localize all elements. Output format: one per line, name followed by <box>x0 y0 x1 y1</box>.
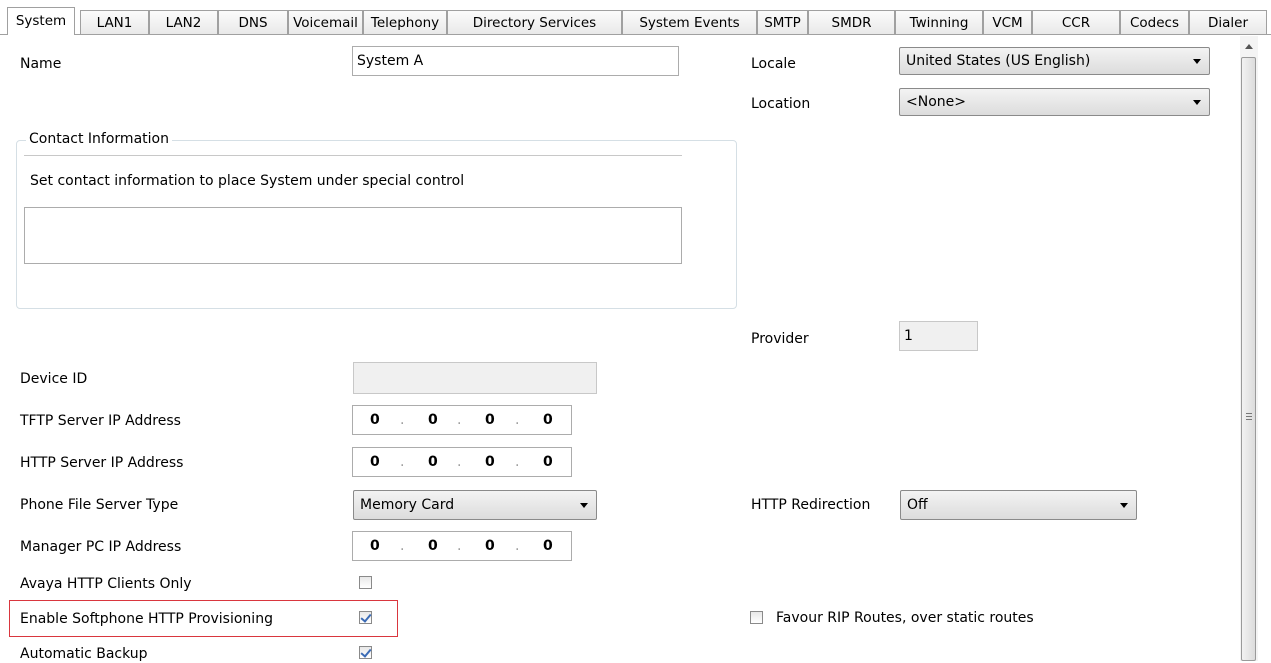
locale-value: United States (US English) <box>906 53 1091 69</box>
avaya-http-clients-checkbox[interactable] <box>359 576 372 589</box>
grip-line <box>1246 416 1252 417</box>
scrollbar-thumb[interactable] <box>1241 57 1256 661</box>
contact-notes-field[interactable] <box>24 207 682 264</box>
device-id-field <box>353 362 597 394</box>
tab-dns[interactable]: DNS <box>218 10 288 34</box>
tftp-server-label: TFTP Server IP Address <box>20 413 181 429</box>
location-value: <None> <box>906 94 966 110</box>
location-label: Location <box>751 96 811 112</box>
location-select[interactable]: <None> <box>899 88 1210 116</box>
ip-octet[interactable]: 0 <box>370 537 380 555</box>
contact-information-title: Contact Information <box>26 130 172 148</box>
tab-smdr[interactable]: SMDR <box>808 10 895 34</box>
favour-rip-routes-checkbox[interactable] <box>750 611 763 624</box>
special-control-text: Set contact information to place System … <box>30 173 465 189</box>
tftp-server-ip-field[interactable]: 0 . 0 . 0 . 0 <box>352 405 572 435</box>
avaya-http-clients-label: Avaya HTTP Clients Only <box>20 576 192 592</box>
tab-system[interactable]: System <box>7 7 75 35</box>
vertical-scrollbar[interactable] <box>1240 36 1258 661</box>
ip-octet[interactable]: 0 <box>485 411 495 429</box>
softphone-provisioning-checkbox[interactable] <box>359 611 372 624</box>
http-redirection-label: HTTP Redirection <box>751 497 871 513</box>
automatic-backup-label: Automatic Backup <box>20 646 148 662</box>
ip-octet[interactable]: 0 <box>428 411 438 429</box>
ip-octet[interactable]: 0 <box>485 453 495 471</box>
name-field[interactable]: System A <box>352 46 679 76</box>
ip-octet[interactable]: 0 <box>543 537 553 555</box>
phone-file-server-label: Phone File Server Type <box>20 497 179 513</box>
grip-line <box>1246 419 1252 420</box>
ip-octet[interactable]: 0 <box>370 453 380 471</box>
name-label: Name <box>20 56 62 72</box>
scroll-up-arrow-icon[interactable] <box>1245 44 1253 49</box>
tab-lan1[interactable]: LAN1 <box>80 10 149 34</box>
http-redirection-value: Off <box>907 497 928 513</box>
phone-file-server-select[interactable]: Memory Card <box>353 490 597 520</box>
tab-codecs[interactable]: Codecs <box>1120 10 1189 34</box>
http-server-ip-field[interactable]: 0 . 0 . 0 . 0 <box>352 447 572 477</box>
provider-field: 1 <box>899 321 978 351</box>
device-id-label: Device ID <box>20 371 88 387</box>
checkmark-icon <box>360 646 372 658</box>
manager-pc-ip-field[interactable]: 0 . 0 . 0 . 0 <box>352 531 572 561</box>
chevron-down-icon <box>580 503 588 508</box>
locale-label: Locale <box>751 56 796 72</box>
tab-lan2[interactable]: LAN2 <box>149 10 218 34</box>
http-redirection-select[interactable]: Off <box>900 490 1137 520</box>
tab-vcm[interactable]: VCM <box>983 10 1032 34</box>
tab-telephony[interactable]: Telephony <box>363 10 447 34</box>
manager-pc-ip-label: Manager PC IP Address <box>20 539 182 555</box>
chevron-down-icon <box>1193 100 1201 105</box>
tab-voicemail[interactable]: Voicemail <box>288 10 363 34</box>
contact-divider <box>24 155 682 156</box>
automatic-backup-checkbox[interactable] <box>359 646 372 659</box>
checkmark-icon <box>360 611 372 623</box>
ip-octet[interactable]: 0 <box>543 453 553 471</box>
ip-octet[interactable]: 0 <box>543 411 553 429</box>
phone-file-server-value: Memory Card <box>360 497 455 513</box>
softphone-provisioning-label: Enable Softphone HTTP Provisioning <box>20 611 273 627</box>
tab-twinning[interactable]: Twinning <box>895 10 983 34</box>
tab-directory-services[interactable]: Directory Services <box>447 10 622 34</box>
tab-system-events[interactable]: System Events <box>622 10 757 34</box>
grip-icon <box>1246 413 1252 414</box>
tab-divider <box>0 34 1271 35</box>
locale-select[interactable]: United States (US English) <box>899 47 1210 75</box>
chevron-down-icon <box>1193 59 1201 64</box>
tab-dialer[interactable]: Dialer <box>1189 10 1267 34</box>
ip-octet[interactable]: 0 <box>485 537 495 555</box>
chevron-down-icon <box>1120 503 1128 508</box>
provider-label: Provider <box>751 331 809 347</box>
ip-octet[interactable]: 0 <box>428 537 438 555</box>
ip-octet[interactable]: 0 <box>370 411 380 429</box>
tab-smtp[interactable]: SMTP <box>757 10 808 34</box>
http-server-label: HTTP Server IP Address <box>20 455 184 471</box>
ip-octet[interactable]: 0 <box>428 453 438 471</box>
tab-strip: System LAN1 LAN2 DNS Voicemail Telephony… <box>7 7 1271 35</box>
favour-rip-routes-label: Favour RIP Routes, over static routes <box>776 610 1034 626</box>
tab-ccr[interactable]: CCR <box>1032 10 1120 34</box>
